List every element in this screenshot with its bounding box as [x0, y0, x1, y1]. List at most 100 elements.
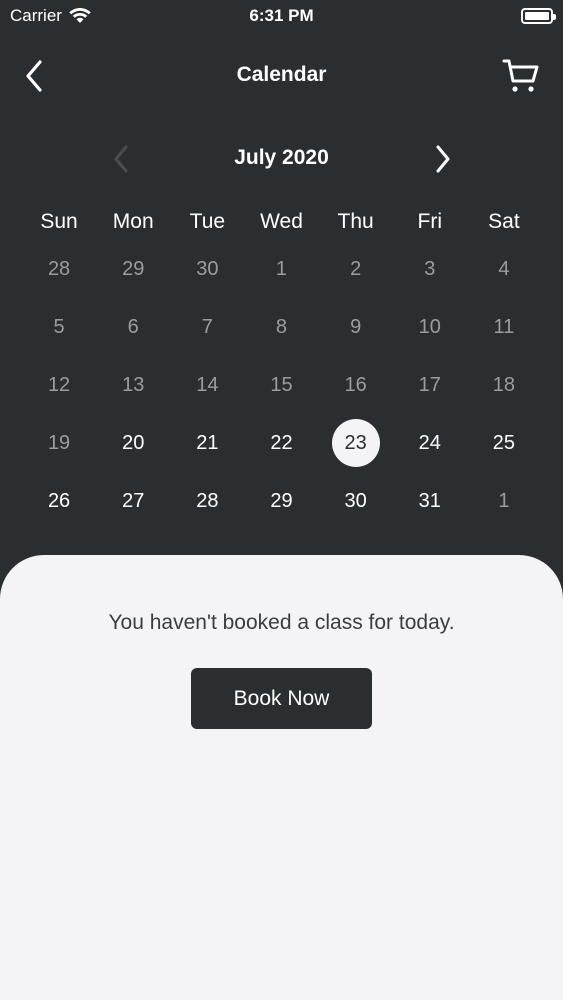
calendar-day[interactable]: 8: [244, 298, 318, 356]
wifi-icon: [69, 8, 91, 23]
month-header: July 2020: [0, 138, 563, 180]
weekday-label: Sat: [488, 210, 520, 233]
calendar-day-label: 22: [270, 431, 293, 454]
calendar-day[interactable]: 28: [170, 472, 244, 530]
calendar-day[interactable]: 29: [96, 240, 170, 298]
weekday-label: Fri: [417, 210, 443, 233]
calendar-day-label: 2: [350, 257, 362, 280]
calendar-day[interactable]: 7: [170, 298, 244, 356]
empty-state-message: You haven't booked a class for today.: [108, 611, 455, 634]
calendar-day-label: 4: [498, 257, 510, 280]
calendar-day-label: 28: [47, 257, 71, 280]
calendar-day[interactable]: 28: [22, 240, 96, 298]
calendar-day[interactable]: 10: [393, 298, 467, 356]
calendar-day-label: 20: [122, 431, 145, 454]
calendar-day-label: 9: [350, 315, 362, 338]
calendar-day-label: 8: [275, 315, 288, 338]
calendar-day-label: 1: [498, 489, 510, 512]
calendar-day-label: 1: [275, 257, 288, 280]
cart-icon: [502, 59, 539, 92]
status-bar: Carrier 6:31 PM: [0, 0, 563, 32]
calendar-day[interactable]: 11: [467, 298, 541, 356]
calendar-day[interactable]: 30: [170, 240, 244, 298]
calendar-day[interactable]: 14: [170, 356, 244, 414]
calendar-day-selected[interactable]: 23: [319, 414, 393, 472]
page-title: Calendar: [236, 63, 327, 86]
calendar-day[interactable]: 18: [467, 356, 541, 414]
calendar-day-label: 6: [127, 315, 139, 338]
calendar-day-label: 11: [493, 315, 515, 338]
weekday-label: Tue: [189, 210, 226, 233]
weekday-label: Mon: [112, 210, 154, 233]
calendar-day-label: 23: [331, 419, 380, 467]
calendar-day-label: 5: [53, 315, 65, 338]
back-button[interactable]: [18, 56, 50, 96]
battery-level: [525, 12, 549, 20]
calendar-day-label: 19: [47, 431, 71, 454]
calendar-day[interactable]: 22: [244, 414, 318, 472]
calendar-day[interactable]: 31: [393, 472, 467, 530]
calendar-day[interactable]: 13: [96, 356, 170, 414]
calendar-day-label: 10: [418, 315, 441, 338]
calendar-day-label: 28: [196, 489, 219, 512]
calendar-day-label: 29: [270, 489, 293, 512]
calendar-day[interactable]: 16: [319, 356, 393, 414]
calendar-day[interactable]: 12: [22, 356, 96, 414]
calendar-day-label: 3: [424, 257, 436, 280]
calendar-day-label: 31: [418, 489, 441, 512]
chevron-left-icon: [114, 145, 128, 173]
weekday-header-row: Sun Mon Tue Wed Thu Fri Sat: [22, 205, 541, 239]
calendar-day[interactable]: 20: [96, 414, 170, 472]
month-label: July 2020: [234, 146, 329, 169]
calendar-day-label: 18: [492, 373, 516, 396]
calendar-day-label: 16: [344, 373, 367, 396]
calendar-day-label: 7: [201, 315, 213, 338]
calendar-day[interactable]: 26: [22, 472, 96, 530]
calendar-day[interactable]: 1: [244, 240, 318, 298]
carrier-label: Carrier: [10, 6, 62, 25]
calendar-day-label: 26: [47, 489, 71, 512]
calendar-day-grid: 28 29 30 1 2 3 4 5 6 7 8 9 10 11 12 13 14 15 16 17 18 19 20 21 2…: [22, 240, 541, 530]
calendar-day-label: 30: [196, 257, 219, 280]
calendar-day[interactable]: 29: [244, 472, 318, 530]
battery-icon: [521, 8, 556, 24]
calendar-day-label: 29: [122, 257, 145, 280]
calendar-day[interactable]: 24: [393, 414, 467, 472]
calendar-day-label: 27: [122, 489, 145, 512]
calendar-day-label: 14: [196, 373, 219, 396]
calendar-day[interactable]: 25: [467, 414, 541, 472]
calendar-day[interactable]: 4: [467, 240, 541, 298]
calendar-day-label: 21: [196, 431, 219, 454]
weekday-label: Sun: [40, 210, 78, 233]
previous-month-button[interactable]: [104, 140, 138, 178]
calendar-day[interactable]: 19: [22, 414, 96, 472]
calendar-day[interactable]: 27: [96, 472, 170, 530]
calendar-day[interactable]: 5: [22, 298, 96, 356]
calendar-day[interactable]: 1: [467, 472, 541, 530]
calendar-day[interactable]: 21: [170, 414, 244, 472]
weekday-label: Thu: [337, 210, 374, 233]
calendar-day[interactable]: 3: [393, 240, 467, 298]
book-now-button[interactable]: Book Now: [191, 668, 372, 729]
calendar-day[interactable]: 30: [319, 472, 393, 530]
calendar-day-label: 12: [47, 373, 71, 396]
nav-bar: Calendar: [0, 50, 563, 102]
calendar-day[interactable]: 2: [319, 240, 393, 298]
calendar-day-label: 13: [122, 373, 145, 396]
status-left: Carrier: [10, 6, 91, 26]
calendar-day-label: 30: [344, 489, 367, 512]
chevron-right-icon: [436, 145, 450, 173]
calendar-day-label: 24: [418, 431, 441, 454]
calendar-day[interactable]: 9: [319, 298, 393, 356]
calendar-day-label: 15: [270, 373, 293, 396]
calendar-day[interactable]: 15: [244, 356, 318, 414]
chevron-left-icon: [26, 60, 42, 92]
calendar-day[interactable]: 17: [393, 356, 467, 414]
next-month-button[interactable]: [426, 140, 460, 178]
calendar-day-label: 17: [418, 373, 441, 396]
cart-button[interactable]: [499, 54, 543, 98]
weekday-label: Wed: [260, 210, 303, 233]
calendar-day[interactable]: 6: [96, 298, 170, 356]
booking-sheet: You haven't booked a class for today. Bo…: [0, 555, 563, 1000]
calendar-day-label: 25: [492, 431, 516, 454]
